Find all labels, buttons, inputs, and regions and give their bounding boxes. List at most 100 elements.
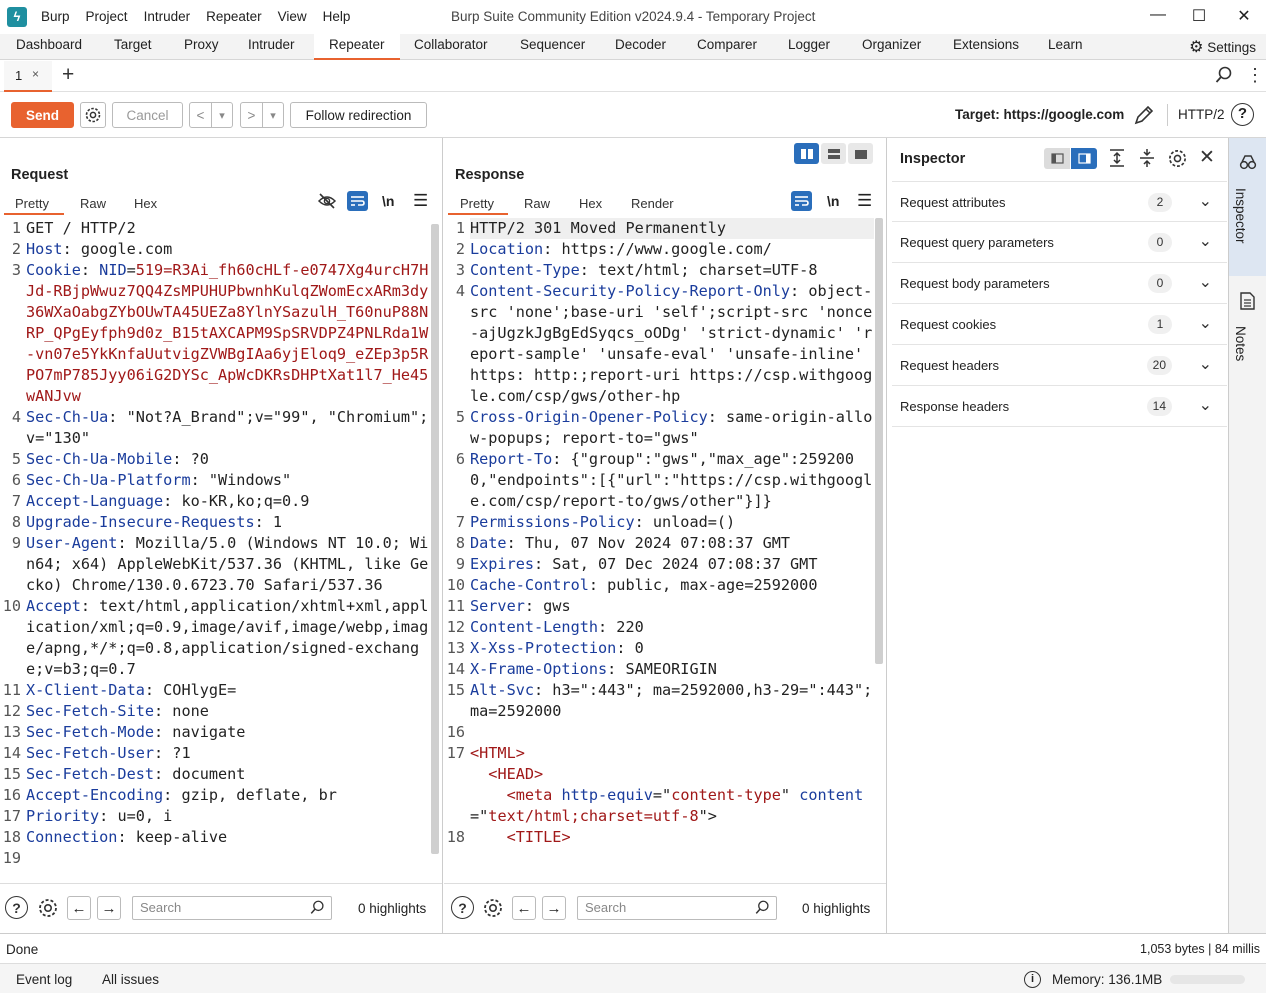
tab-extensions[interactable]: Extensions bbox=[953, 37, 1019, 52]
code-line[interactable]: 7 Permissions-Policy: unload=() bbox=[444, 512, 874, 533]
settings-button[interactable]: ⚙ Settings bbox=[1189, 37, 1256, 57]
send-button[interactable]: Send bbox=[11, 102, 74, 128]
code-line[interactable]: 11 Server: gws bbox=[444, 596, 874, 617]
tab-collaborator[interactable]: Collaborator bbox=[414, 37, 488, 52]
code-line[interactable]: 3 Cookie: NID=519=R3Ai_fh60cHLf-e0747Xg4u… bbox=[0, 260, 430, 407]
request-editor[interactable]: 1 GET / HTTP/2 2 Host: google.com 3 Cookie: N… bbox=[0, 218, 430, 878]
code-line[interactable]: 15 Alt-Svc: h3=":443"; ma=2592000,h3-29="… bbox=[444, 680, 874, 722]
code-line[interactable]: 13 Sec-Fetch-Mode: navigate bbox=[0, 722, 430, 743]
code-line[interactable]: 16 bbox=[444, 722, 874, 743]
next-match-arrow-icon[interactable]: → bbox=[97, 896, 121, 920]
code-line[interactable]: 11 X-Client-Data: COHlygE= bbox=[0, 680, 430, 701]
code-line[interactable]: 4 Content-Security-Policy-Report-Only: ob… bbox=[444, 281, 874, 407]
code-line[interactable]: 5 Sec-Ch-Ua-Mobile: ?0 bbox=[0, 449, 430, 470]
show-newlines-toggle[interactable]: \n bbox=[827, 193, 839, 209]
response-tab-pretty[interactable]: Pretty bbox=[460, 196, 494, 211]
back-button[interactable]: < bbox=[189, 102, 212, 128]
dock-right-icon[interactable] bbox=[1071, 148, 1097, 169]
inspector-row-request-cookies[interactable]: Request cookies 1 ⌄ bbox=[892, 304, 1227, 345]
send-settings-gear-icon[interactable] bbox=[80, 102, 106, 128]
response-scrollbar[interactable] bbox=[875, 218, 883, 664]
inspector-row-response-headers[interactable]: Response headers 14 ⌄ bbox=[892, 386, 1227, 427]
protocol-label[interactable]: HTTP/2 bbox=[1178, 107, 1225, 122]
menu-repeater[interactable]: Repeater bbox=[206, 9, 262, 24]
close-inspector-icon[interactable]: ✕ bbox=[1199, 146, 1215, 169]
code-line[interactable]: 7 Accept-Language: ko-KR,ko;q=0.9 bbox=[0, 491, 430, 512]
code-line[interactable]: 1 HTTP/2 301 Moved Permanently bbox=[444, 218, 874, 239]
follow-redirection-button[interactable]: Follow redirection bbox=[290, 102, 427, 128]
tab-repeater[interactable]: Repeater bbox=[329, 37, 385, 52]
menu-help[interactable]: Help bbox=[323, 9, 351, 24]
code-line[interactable]: 13 X-Xss-Protection: 0 bbox=[444, 638, 874, 659]
code-line[interactable]: 8 Upgrade-Insecure-Requests: 1 bbox=[0, 512, 430, 533]
tab-sequencer[interactable]: Sequencer bbox=[520, 37, 585, 52]
more-options-icon[interactable]: ⋮ bbox=[1246, 65, 1264, 86]
code-line[interactable]: 6 Sec-Ch-Ua-Platform: "Windows" bbox=[0, 470, 430, 491]
dock-left-icon[interactable] bbox=[1044, 148, 1070, 169]
code-line[interactable]: 19 bbox=[0, 848, 430, 869]
wrap-lines-icon[interactable] bbox=[791, 191, 812, 211]
help-icon[interactable]: ? bbox=[451, 896, 474, 919]
search-settings-gear-icon[interactable] bbox=[480, 895, 506, 921]
code-line[interactable]: 17 <HTML> bbox=[444, 743, 874, 764]
response-tab-raw[interactable]: Raw bbox=[524, 196, 550, 211]
previous-match-arrow-icon[interactable]: ← bbox=[512, 896, 536, 920]
code-line[interactable]: 9 User-Agent: Mozilla/5.0 (Windows NT 10.… bbox=[0, 533, 430, 596]
inspector-row-request-headers[interactable]: Request headers 20 ⌄ bbox=[892, 345, 1227, 386]
request-scrollbar[interactable] bbox=[431, 224, 439, 854]
all-issues-link[interactable]: All issues bbox=[102, 972, 159, 987]
request-tab-pretty[interactable]: Pretty bbox=[15, 196, 49, 211]
minimize-icon[interactable]: — bbox=[1148, 6, 1168, 24]
code-line[interactable]: 18 <TITLE> bbox=[444, 827, 874, 848]
menu-lines-icon[interactable]: ☰ bbox=[857, 191, 872, 211]
menu-project[interactable]: Project bbox=[86, 9, 128, 24]
side-tab-notes[interactable]: Notes bbox=[1229, 284, 1266, 379]
tab-proxy[interactable]: Proxy bbox=[184, 37, 219, 52]
request-tab-raw[interactable]: Raw bbox=[80, 196, 106, 211]
code-line[interactable]: 8 Date: Thu, 07 Nov 2024 07:08:37 GMT bbox=[444, 533, 874, 554]
code-line[interactable]: 1 GET / HTTP/2 bbox=[0, 218, 430, 239]
response-editor[interactable]: 1 HTTP/2 301 Moved Permanently 2 Location: … bbox=[444, 218, 874, 878]
request-tab-hex[interactable]: Hex bbox=[134, 196, 157, 211]
request-search-input[interactable]: Search bbox=[132, 896, 332, 920]
side-tab-inspector[interactable]: Inspector bbox=[1229, 138, 1266, 276]
info-icon[interactable]: i bbox=[1024, 971, 1041, 988]
inspector-row-query-parameters[interactable]: Request query parameters 0 ⌄ bbox=[892, 222, 1227, 263]
add-tab-icon[interactable]: + bbox=[62, 63, 74, 87]
layout-stacked-icon[interactable] bbox=[821, 143, 846, 164]
code-line[interactable]: 17 Priority: u=0, i bbox=[0, 806, 430, 827]
next-match-arrow-icon[interactable]: → bbox=[542, 896, 566, 920]
cancel-button[interactable]: Cancel bbox=[112, 102, 183, 128]
code-line[interactable]: 14 Sec-Fetch-User: ?1 bbox=[0, 743, 430, 764]
menu-lines-icon[interactable]: ☰ bbox=[413, 191, 428, 211]
wrap-lines-icon[interactable] bbox=[347, 191, 368, 211]
search-settings-gear-icon[interactable] bbox=[35, 895, 61, 921]
layout-side-by-side-icon[interactable] bbox=[794, 143, 819, 164]
code-line[interactable]: 14 X-Frame-Options: SAMEORIGIN bbox=[444, 659, 874, 680]
close-tab-icon[interactable]: × bbox=[32, 67, 39, 81]
help-icon[interactable]: ? bbox=[1231, 103, 1254, 126]
tab-comparer[interactable]: Comparer bbox=[697, 37, 757, 52]
repeater-tab-1[interactable]: 1 × bbox=[4, 61, 52, 92]
response-tab-render[interactable]: Render bbox=[631, 196, 674, 211]
inspector-row-request-attributes[interactable]: Request attributes 2 ⌄ bbox=[892, 181, 1227, 222]
edit-target-pencil-icon[interactable] bbox=[1133, 104, 1155, 129]
menu-intruder[interactable]: Intruder bbox=[144, 9, 191, 24]
menu-view[interactable]: View bbox=[278, 9, 307, 24]
code-line[interactable]: 3 Content-Type: text/html; charset=UTF-8 bbox=[444, 260, 874, 281]
menu-burp[interactable]: Burp bbox=[41, 9, 70, 24]
response-search-input[interactable]: Search bbox=[577, 896, 777, 920]
code-line[interactable]: 12 Sec-Fetch-Site: none bbox=[0, 701, 430, 722]
tab-decoder[interactable]: Decoder bbox=[615, 37, 666, 52]
hide-eye-icon[interactable] bbox=[317, 192, 337, 213]
back-history-dropdown[interactable]: ▾ bbox=[211, 102, 233, 128]
inspector-row-body-parameters[interactable]: Request body parameters 0 ⌄ bbox=[892, 263, 1227, 304]
code-line[interactable]: 4 Sec-Ch-Ua: "Not?A_Brand";v="99", "Chrom… bbox=[0, 407, 430, 449]
collapse-all-icon[interactable] bbox=[1138, 148, 1156, 171]
tab-intruder[interactable]: Intruder bbox=[248, 37, 295, 52]
code-line[interactable]: 2 Location: https://www.google.com/ bbox=[444, 239, 874, 260]
code-line[interactable]: <HEAD> bbox=[444, 764, 874, 785]
tab-learn[interactable]: Learn bbox=[1048, 37, 1083, 52]
response-tab-hex[interactable]: Hex bbox=[579, 196, 602, 211]
inspector-settings-gear-icon[interactable] bbox=[1167, 148, 1188, 172]
